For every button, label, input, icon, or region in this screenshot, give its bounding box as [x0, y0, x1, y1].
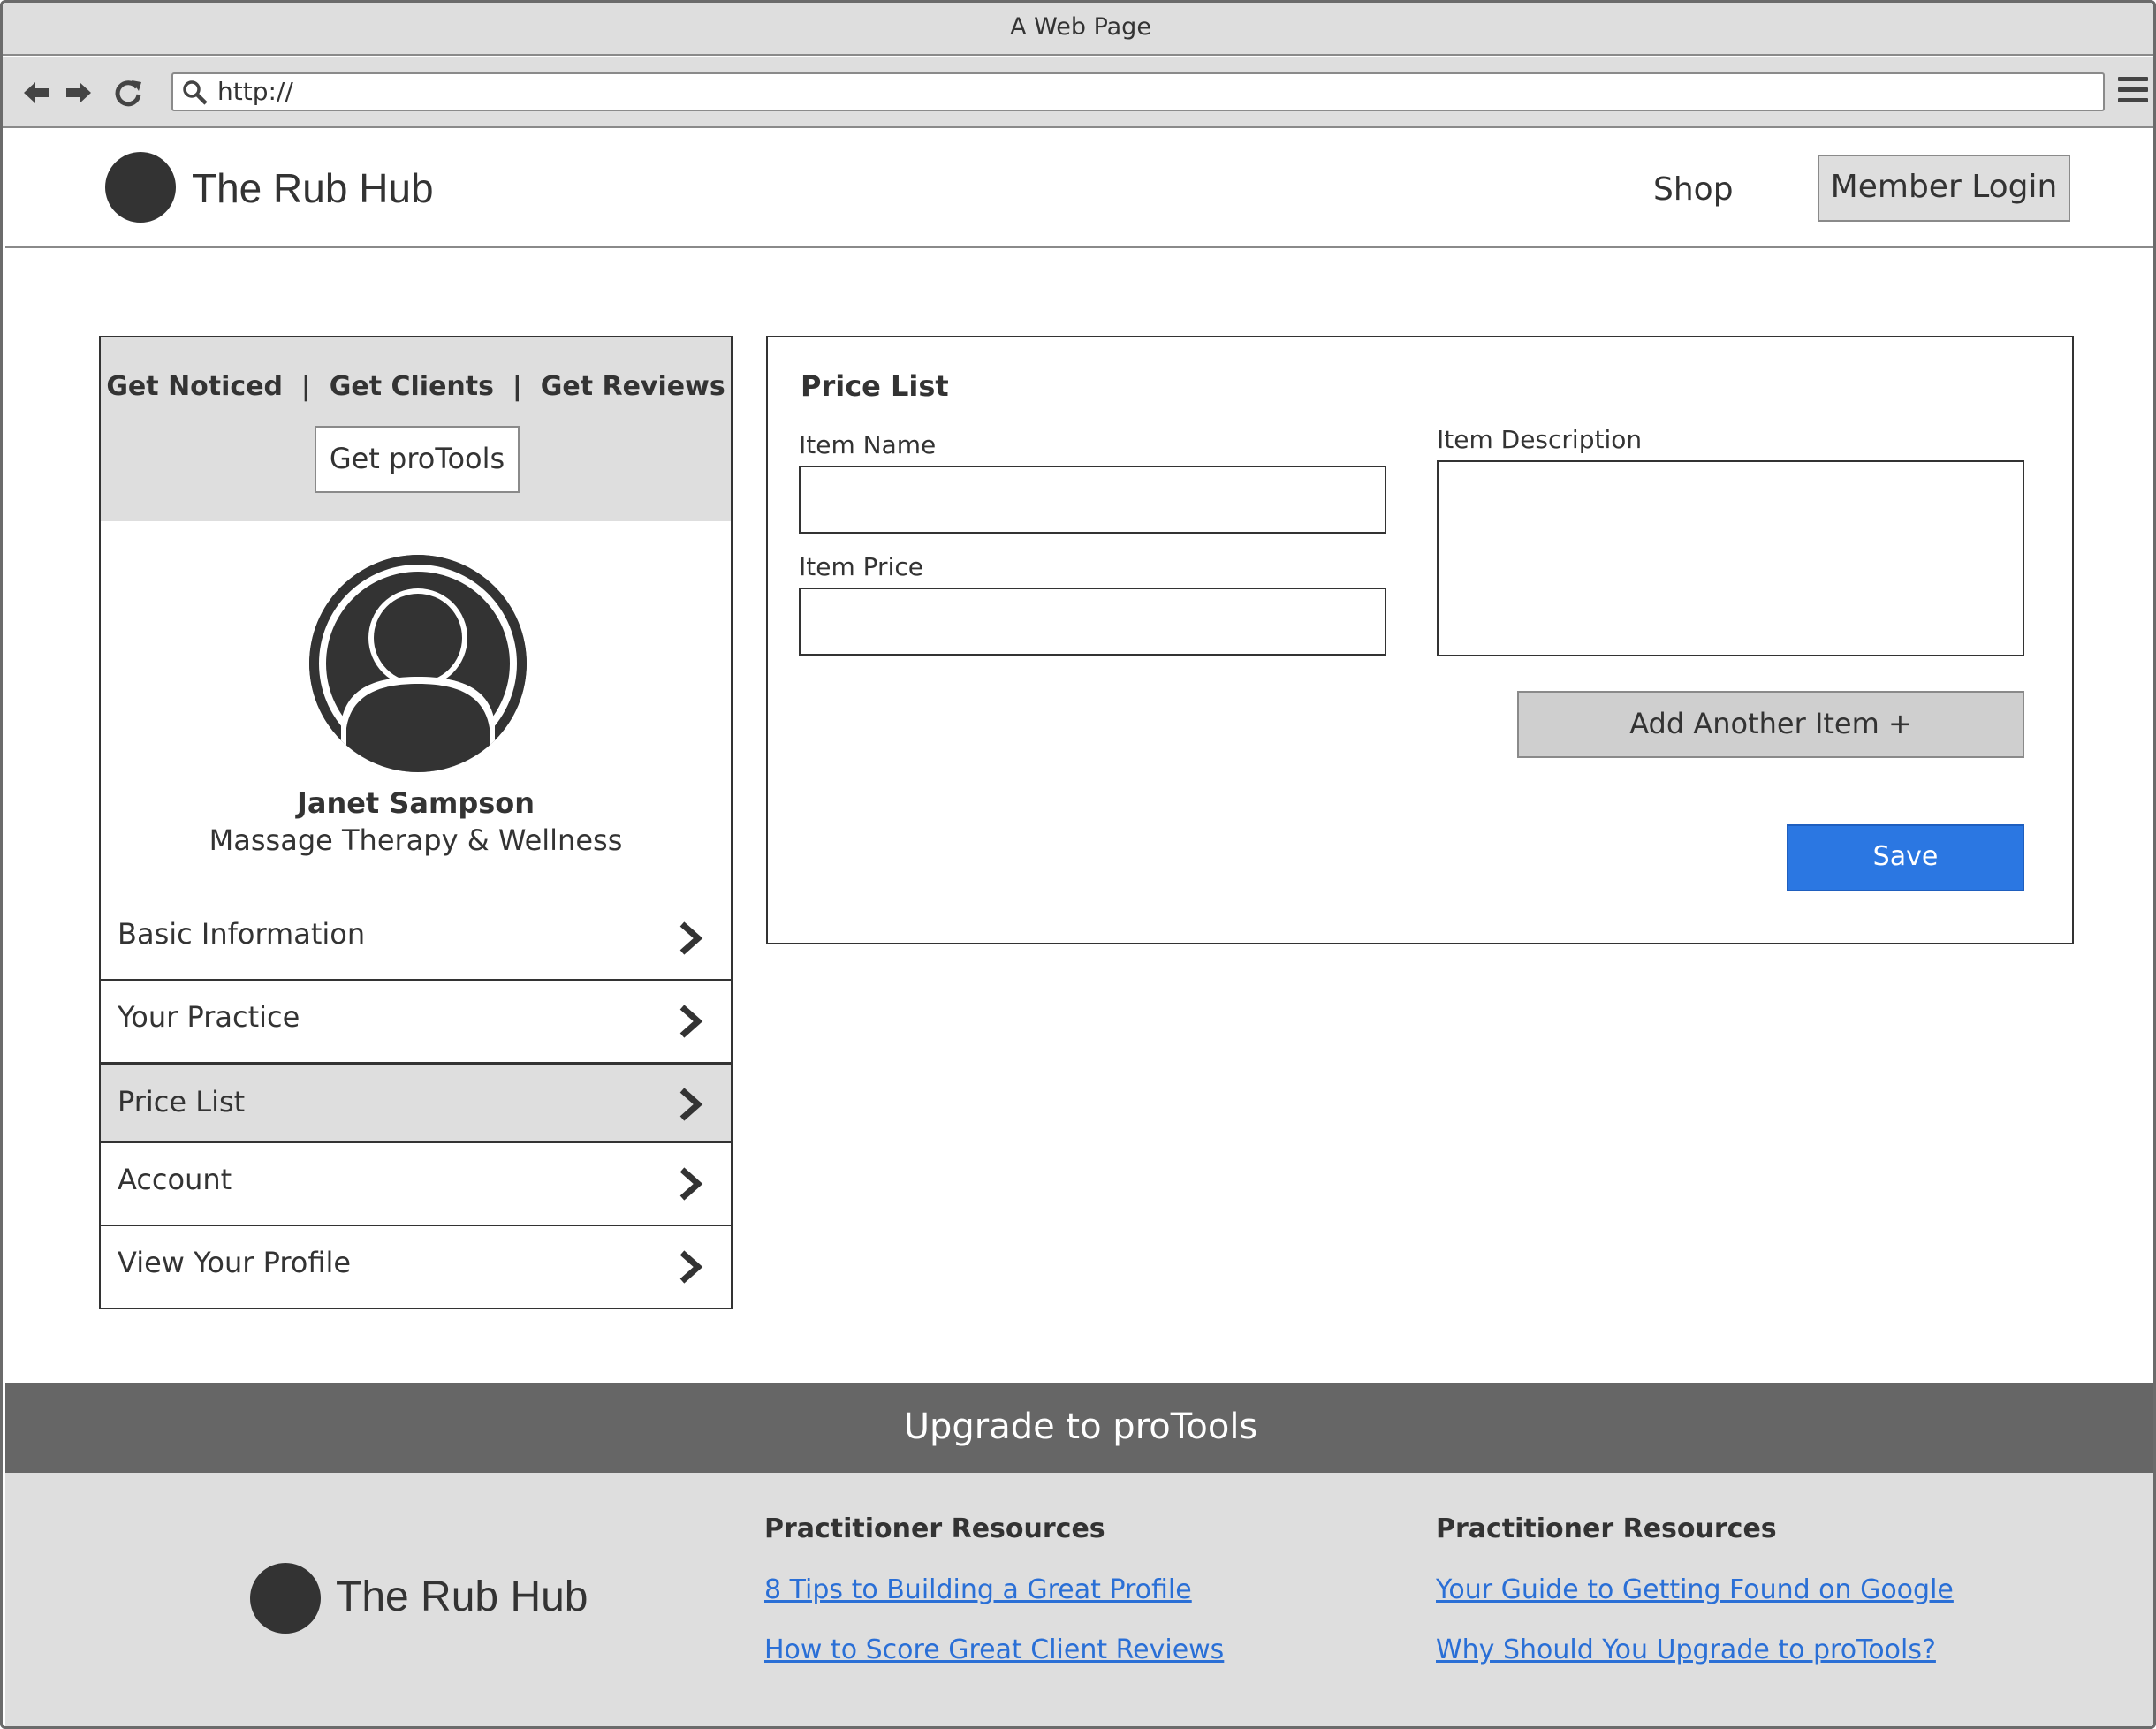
footer-link-why-upgrade[interactable]: Why Should You Upgrade to proTools? [1436, 1634, 1936, 1665]
footer-link-profile-tips[interactable]: 8 Tips to Building a Great Profile [764, 1574, 1192, 1605]
footer-column-heading: Practitioner Resources [1436, 1513, 1777, 1544]
chevron-right-icon [679, 1005, 703, 1038]
logo-circle-icon[interactable] [105, 152, 176, 223]
sidebar-item-label: Your Practice [118, 1000, 300, 1034]
profile-name: Janet Sampson [296, 786, 535, 820]
save-button[interactable]: Save [1787, 824, 2024, 891]
upgrade-banner-label: Upgrade to proTools [903, 1407, 1258, 1447]
item-description-label: Item Description [1437, 425, 1643, 454]
upgrade-banner[interactable]: Upgrade to proTools [5, 1383, 2153, 1473]
brand-name[interactable]: The Rub Hub [192, 163, 434, 213]
sidebar-item-view-your-profile[interactable]: View Your Profile [99, 1226, 733, 1309]
add-another-item-button[interactable]: Add Another Item + [1517, 691, 2024, 758]
avatar-user-icon [309, 555, 527, 772]
footer-link-client-reviews[interactable]: How to Score Great Client Reviews [764, 1634, 1224, 1665]
sidebar-item-price-list[interactable]: Price List [99, 1064, 733, 1143]
chevron-right-icon [679, 921, 703, 955]
footer-column-heading: Practitioner Resources [764, 1513, 1105, 1544]
sidebar-item-account[interactable]: Account [99, 1143, 733, 1226]
site-header: The Rub Hub Shop Member Login [5, 130, 2153, 248]
url-bar[interactable]: http:// [171, 72, 2105, 111]
forward-arrow-icon[interactable] [63, 77, 95, 109]
item-price-input[interactable] [799, 588, 1386, 656]
member-login-button[interactable]: Member Login [1818, 155, 2070, 222]
sidebar-item-label: View Your Profile [118, 1246, 352, 1279]
window-title: A Web Page [1010, 13, 1151, 41]
item-name-label: Item Name [799, 430, 937, 459]
profile-card: Janet Sampson Massage Therapy & Wellness [99, 521, 733, 899]
browser-toolbar: http:// [3, 57, 2153, 128]
footer-link-google-guide[interactable]: Your Guide to Getting Found on Google [1436, 1574, 1954, 1605]
sidebar-item-basic-information[interactable]: Basic Information [99, 898, 733, 981]
profile-subtitle: Massage Therapy & Wellness [209, 823, 623, 857]
promo-box: Get Noticed | Get Clients | Get Reviews … [99, 336, 733, 523]
panel-title: Price List [801, 369, 949, 403]
search-icon [183, 80, 208, 105]
site-footer: The Rub Hub Practitioner Resources 8 Tip… [5, 1473, 2153, 1726]
get-protools-button[interactable]: Get proTools [315, 426, 520, 493]
url-text: http:// [217, 77, 293, 106]
reload-icon[interactable] [112, 77, 144, 109]
item-name-input[interactable] [799, 466, 1386, 534]
chevron-right-icon [679, 1250, 703, 1284]
promo-tagline: Get Noticed | Get Clients | Get Reviews [106, 371, 725, 402]
hamburger-menu-icon[interactable] [2118, 77, 2148, 107]
sidebar-item-your-practice[interactable]: Your Practice [99, 981, 733, 1064]
browser-window: A Web Page http:// The Rub Hub Shop Memb [0, 0, 2156, 1729]
footer-logo-circle-icon [250, 1563, 321, 1634]
footer-brand-name: The Rub Hub [336, 1574, 588, 1620]
chevron-right-icon [679, 1167, 703, 1201]
sidebar-item-label: Basic Information [118, 917, 366, 951]
item-description-textarea[interactable] [1437, 460, 2024, 656]
window-title-bar: A Web Page [3, 3, 2153, 56]
shop-link[interactable]: Shop [1653, 169, 1734, 211]
back-arrow-icon[interactable] [20, 77, 52, 109]
item-price-label: Item Price [799, 552, 923, 581]
sidebar-item-label: Price List [118, 1085, 246, 1119]
sidebar-item-label: Account [118, 1163, 232, 1196]
chevron-right-icon [679, 1088, 703, 1121]
